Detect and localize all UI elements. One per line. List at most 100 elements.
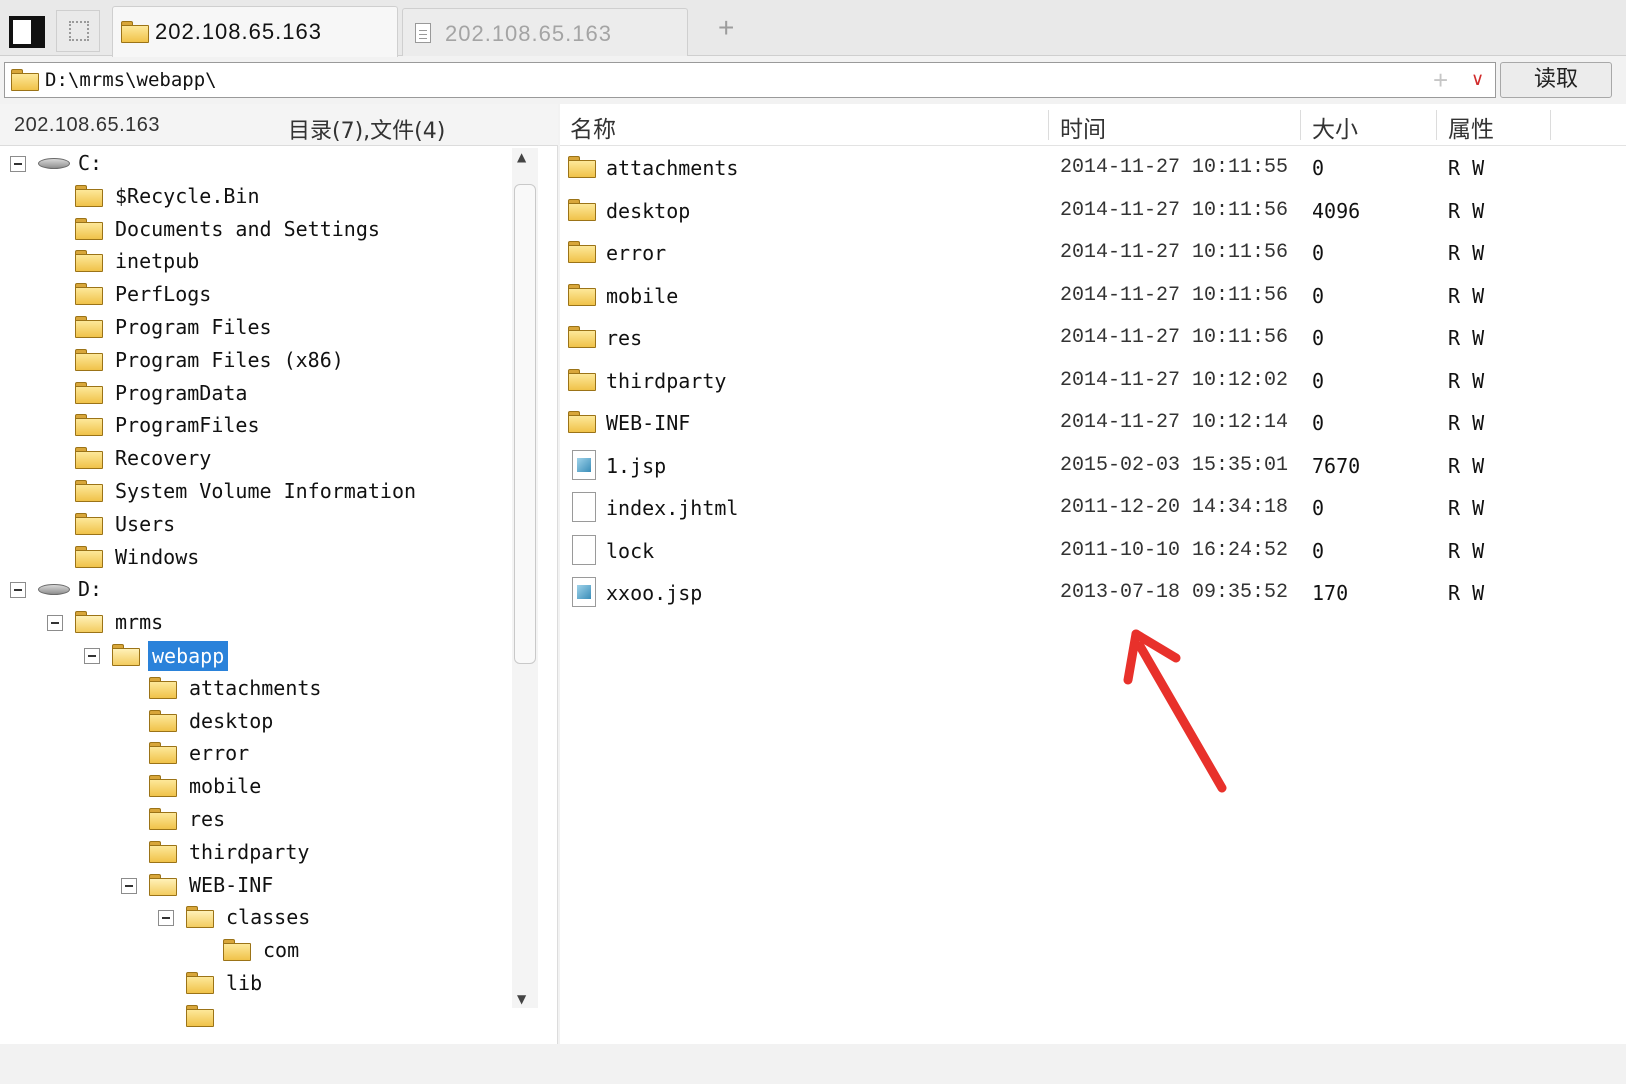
- tree-node-label: Users: [115, 511, 176, 536]
- tree-node[interactable]: webapp: [0, 640, 510, 672]
- tree-node[interactable]: Users: [0, 509, 510, 541]
- path-input[interactable]: [45, 66, 1425, 94]
- column-divider[interactable]: [1300, 110, 1301, 140]
- tree-node[interactable]: Program Files (x86): [0, 345, 510, 377]
- tree-node[interactable]: mrms: [0, 607, 510, 639]
- file-row[interactable]: desktop 2014-11-27 10:11:56 4096 R W: [560, 191, 1626, 231]
- file-row[interactable]: xxoo.jsp 2013-07-18 09:35:52 170 R W: [560, 573, 1626, 613]
- tree-node[interactable]: System Volume Information: [0, 476, 510, 508]
- tree-node[interactable]: C:: [0, 148, 510, 180]
- host-label: 202.108.65.163: [14, 114, 161, 136]
- tree-node[interactable]: desktop: [0, 706, 510, 738]
- toggle-panel-button[interactable]: [4, 10, 48, 52]
- folder-icon: [75, 283, 103, 306]
- tree-node[interactable]: classes: [0, 902, 510, 934]
- file-row[interactable]: 1.jsp 2015-02-03 15:35:01 7670 R W: [560, 446, 1626, 486]
- add-tab-icon[interactable]: +: [718, 12, 734, 44]
- tree-node[interactable]: thirdparty: [0, 837, 510, 869]
- collapse-toggle-icon[interactable]: [84, 648, 100, 664]
- tree-node[interactable]: D:: [0, 574, 510, 606]
- tree-node[interactable]: res: [0, 804, 510, 836]
- tree-node[interactable]: Windows: [0, 542, 510, 574]
- tab-inactive[interactable]: 202.108.65.163: [402, 8, 688, 56]
- tree-node[interactable]: lib: [0, 968, 510, 1000]
- file-name: index.jhtml: [606, 496, 739, 520]
- file-attributes: R W: [1448, 198, 1485, 223]
- file-name: mobile: [606, 283, 679, 308]
- tree-node[interactable]: $Recycle.Bin: [0, 181, 510, 213]
- column-divider[interactable]: [1436, 110, 1437, 140]
- column-header: 名称 时间 大小 属性: [560, 104, 1626, 146]
- column-divider[interactable]: [1550, 110, 1551, 140]
- tree-node-label: C:: [78, 151, 103, 175]
- file-row[interactable]: attachments 2014-11-27 10:11:55 0 R W: [560, 148, 1626, 188]
- tree-node[interactable]: com: [0, 935, 510, 967]
- column-divider[interactable]: [1048, 110, 1049, 140]
- file-name: thirdparty: [606, 368, 727, 393]
- tree-node[interactable]: [0, 1001, 510, 1033]
- file-row[interactable]: mobile 2014-11-27 10:11:56 0 R W: [560, 276, 1626, 316]
- tree-node[interactable]: WEB-INF: [0, 870, 510, 902]
- tree-node[interactable]: error: [0, 738, 510, 770]
- column-time[interactable]: 时间: [1060, 110, 1106, 143]
- file-icon: [572, 534, 596, 565]
- folder-icon: [11, 69, 39, 91]
- folder-icon: [149, 676, 177, 699]
- read-button[interactable]: 读取: [1500, 62, 1612, 98]
- tab-label: 202.108.65.163: [155, 19, 322, 44]
- tree-node[interactable]: Documents and Settings: [0, 214, 510, 246]
- tree-node[interactable]: ProgramFiles: [0, 410, 510, 442]
- file-row[interactable]: error 2014-11-27 10:11:56 0 R W: [560, 233, 1626, 273]
- tree-node[interactable]: ProgramData: [0, 378, 510, 410]
- tree-node-label: ProgramData: [115, 380, 248, 405]
- file-row[interactable]: lock 2011-10-10 16:24:52 0 R W: [560, 531, 1626, 571]
- tree-node[interactable]: inetpub: [0, 246, 510, 278]
- folder-icon: [75, 250, 103, 273]
- file-time: 2014-11-27 10:12:14: [1060, 411, 1289, 434]
- folder-icon: [75, 512, 103, 535]
- tree-node-label: thirdparty: [189, 839, 310, 864]
- folder-icon: [568, 411, 596, 433]
- folder-icon: [75, 184, 103, 207]
- column-size[interactable]: 大小: [1312, 110, 1358, 143]
- tree-node-label: ProgramFiles: [115, 413, 260, 438]
- collapse-toggle-icon[interactable]: [158, 910, 174, 927]
- directory-tree-panel: 202.108.65.163 目录(7),文件(4) C: $Recycle.Bi…: [0, 104, 558, 1044]
- file-row[interactable]: res 2014-11-27 10:11:56 0 R W: [560, 318, 1626, 358]
- collapse-toggle-icon[interactable]: [47, 615, 63, 632]
- tree-node-label: D:: [78, 577, 103, 602]
- scroll-thumb[interactable]: [514, 184, 536, 664]
- file-attributes: R W: [1448, 538, 1485, 563]
- collapse-toggle-icon[interactable]: [10, 582, 26, 599]
- file-time: 2014-11-27 10:12:02: [1060, 368, 1289, 392]
- plus-icon[interactable]: +: [1433, 65, 1448, 96]
- tree-node[interactable]: PerfLogs: [0, 279, 510, 311]
- file-name: lock: [606, 538, 655, 563]
- file-row[interactable]: thirdparty 2014-11-27 10:12:02 0 R W: [560, 361, 1626, 401]
- new-blank-tab-button[interactable]: [56, 10, 100, 52]
- file-size: 7670: [1312, 453, 1361, 478]
- collapse-toggle-icon[interactable]: [10, 156, 26, 172]
- file-attributes: R W: [1448, 496, 1485, 520]
- file-time: 2014-11-27 10:11:56: [1060, 198, 1289, 222]
- scroll-up-icon[interactable]: ▲: [517, 150, 526, 164]
- column-name[interactable]: 名称: [570, 110, 616, 143]
- file-name: 1.jsp: [606, 453, 667, 478]
- file-row[interactable]: index.jhtml 2011-12-20 14:34:18 0 R W: [560, 488, 1626, 528]
- tree-node[interactable]: Recovery: [0, 443, 510, 475]
- file-size: 0: [1312, 156, 1325, 180]
- tree-node-label: Windows: [115, 544, 200, 569]
- chevron-down-icon[interactable]: ∨: [1471, 69, 1484, 90]
- tree-node[interactable]: Program Files: [0, 312, 510, 344]
- collapse-toggle-icon[interactable]: [121, 877, 137, 894]
- tree-node[interactable]: attachments: [0, 673, 510, 705]
- file-size: 0: [1312, 411, 1325, 435]
- file-row[interactable]: WEB-INF 2014-11-27 10:12:14 0 R W: [560, 403, 1626, 443]
- folder-icon: [75, 447, 103, 470]
- scroll-down-icon[interactable]: ▼: [517, 992, 526, 1006]
- tab-active[interactable]: 202.108.65.163: [112, 6, 398, 57]
- tree-scrollbar[interactable]: ▲ ▼: [512, 148, 538, 1008]
- file-size: 0: [1312, 283, 1325, 308]
- tree-node[interactable]: mobile: [0, 771, 510, 803]
- column-attr[interactable]: 属性: [1448, 110, 1494, 143]
